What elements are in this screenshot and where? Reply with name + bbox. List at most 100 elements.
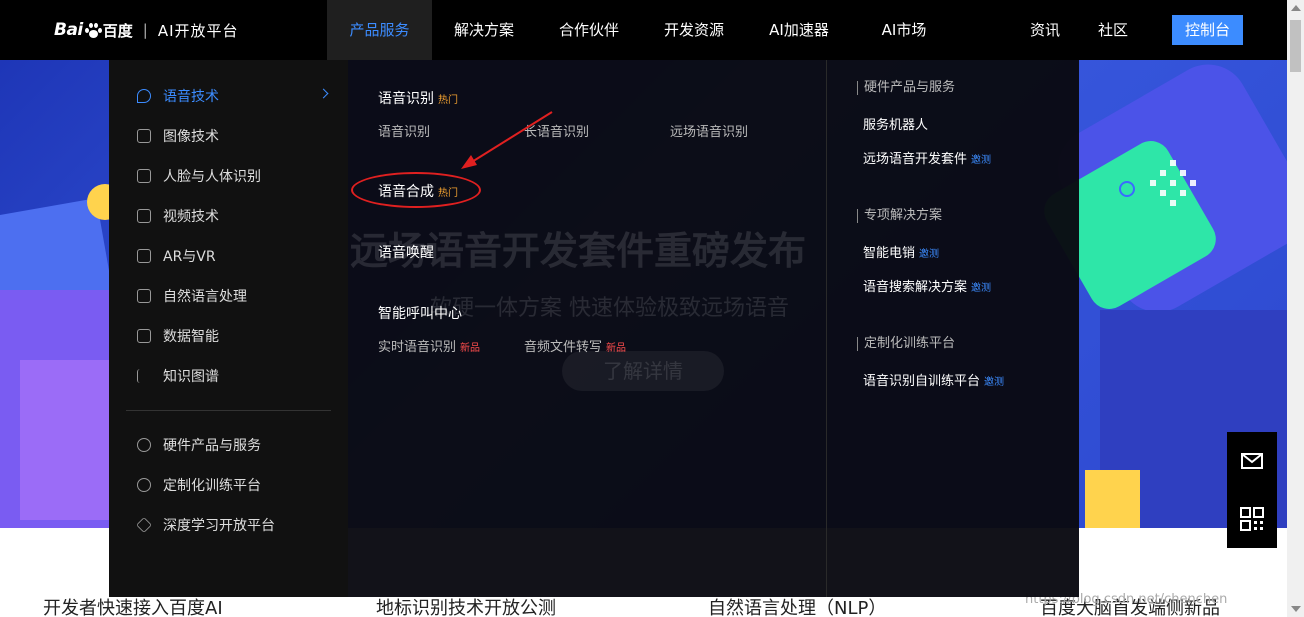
menu-cat-hardware[interactable]: 硬件产品与服务 — [137, 425, 327, 465]
product-title: 语音唤醒 — [378, 245, 434, 261]
link-far-field-kit[interactable]: 远场语音开发套件 邀测 — [863, 148, 991, 167]
nav-products[interactable]: 产品服务 — [327, 0, 432, 60]
news-item-1[interactable]: 开发者快速接入百度AI — [43, 594, 223, 617]
layers-icon — [136, 517, 152, 533]
link-voice-search[interactable]: 语音搜索解决方案 邀测 — [863, 276, 991, 295]
menu-cat-kg[interactable]: 知识图谱 — [137, 356, 327, 396]
baidu-ai-logo[interactable]: Bai 百度 | AI开放平台 — [54, 18, 239, 42]
paw-icon — [84, 22, 102, 38]
floating-action-bar — [1227, 432, 1277, 548]
menu-cat-label: 定制化训练平台 — [163, 478, 261, 494]
nav-partners[interactable]: 合作伙伴 — [550, 0, 628, 60]
link-realtime-asr[interactable]: 实时语音识别 新品 — [378, 336, 480, 355]
qrcode-icon — [1240, 507, 1264, 531]
console-button[interactable]: 控制台 — [1172, 15, 1243, 45]
nav-dev-resources[interactable]: 开发资源 — [655, 0, 733, 60]
training-icon — [137, 478, 151, 492]
link-smart-sales[interactable]: 智能电销 邀测 — [863, 242, 939, 261]
scroll-thumb[interactable] — [1290, 20, 1301, 72]
menu-cat-label: 图像技术 — [163, 129, 219, 145]
product-title: 语音识别 — [378, 91, 434, 107]
qrcode-button[interactable] — [1227, 490, 1277, 548]
link-service-robot[interactable]: 服务机器人 — [863, 114, 928, 133]
product-callcenter-section[interactable]: 智能呼叫中心 — [378, 303, 462, 323]
link-asr-training[interactable]: 语音识别自训练平台 邀测 — [863, 370, 1004, 389]
related-hardware-heading: 硬件产品与服务 — [857, 81, 955, 95]
video-icon — [137, 209, 151, 223]
products-mega-menu: 语音技术 图像技术 人脸与人体识别 视频技术 AR与VR 自然语言处理 数据智能… — [109, 60, 1079, 597]
menu-cat-image[interactable]: 图像技术 — [137, 116, 327, 156]
menu-cat-label: 人脸与人体识别 — [163, 169, 261, 185]
mail-icon — [1241, 453, 1263, 469]
logo-separator: | — [142, 21, 148, 39]
ar-eye-icon — [137, 249, 151, 263]
menu-cat-training[interactable]: 定制化训练平台 — [137, 465, 327, 505]
knowledge-graph-icon — [137, 369, 151, 383]
link-label: 智能电销 — [863, 246, 916, 261]
logo-bai-text: Bai — [54, 20, 83, 40]
face-icon — [137, 169, 151, 183]
image-scan-icon — [137, 129, 151, 143]
product-tts-section[interactable]: 语音合成 热门 — [378, 181, 458, 201]
link-label: 实时语音识别 — [378, 340, 457, 355]
new-badge: 新品 — [460, 343, 481, 354]
nav-news[interactable]: 资讯 — [1020, 0, 1070, 60]
menu-cat-video[interactable]: 视频技术 — [137, 196, 327, 236]
menu-category-column: 语音技术 图像技术 人脸与人体识别 视频技术 AR与VR 自然语言处理 数据智能… — [109, 60, 348, 597]
menu-related-column: 硬件产品与服务 服务机器人 远场语音开发套件 邀测 专项解决方案 智能电销 邀测 语… — [827, 60, 1079, 597]
link-label: 音频文件转写 — [524, 340, 603, 355]
invite-badge: 邀测 — [971, 283, 992, 294]
menu-cat-label: 知识图谱 — [163, 369, 219, 385]
hot-badge: 热门 — [438, 95, 458, 106]
product-asr-section[interactable]: 语音识别 热门 — [378, 88, 458, 108]
hot-badge: 热门 — [438, 188, 458, 199]
related-training-heading: 定制化训练平台 — [857, 337, 955, 351]
menu-cat-speech[interactable]: 语音技术 — [137, 76, 329, 116]
microphone-icon — [137, 89, 151, 103]
menu-cat-label: 硬件产品与服务 — [163, 438, 261, 454]
top-navbar: Bai 百度 | AI开放平台 产品服务 解决方案 合作伙伴 开发资源 AI加速… — [0, 0, 1287, 60]
menu-products-column: 语音识别 热门 语音识别 长语音识别 远场语音识别 语音合成 热门 语音唤醒 智能呼… — [348, 60, 826, 597]
mail-button[interactable] — [1227, 432, 1277, 490]
link-label: 语音识别自训练平台 — [863, 374, 981, 389]
nav-solutions[interactable]: 解决方案 — [445, 0, 523, 60]
related-solutions-heading: 专项解决方案 — [857, 209, 942, 223]
product-title: 智能呼叫中心 — [378, 306, 462, 322]
nav-ai-accelerator[interactable]: AI加速器 — [760, 0, 838, 60]
link-asr[interactable]: 语音识别 — [378, 121, 430, 140]
chart-icon — [137, 329, 151, 343]
nav-ai-market[interactable]: AI市场 — [865, 0, 943, 60]
menu-cat-arvr[interactable]: AR与VR — [137, 236, 327, 276]
link-audio-transcribe[interactable]: 音频文件转写 新品 — [524, 336, 626, 355]
nav-community[interactable]: 社区 — [1088, 0, 1138, 60]
menu-cat-label: 数据智能 — [163, 329, 219, 345]
menu-cat-face[interactable]: 人脸与人体识别 — [137, 156, 327, 196]
logo-baidu-text: 百度 — [102, 21, 133, 40]
link-long-asr[interactable]: 长语音识别 — [524, 121, 589, 140]
link-label: 语音搜索解决方案 — [863, 280, 968, 295]
chat-icon — [137, 289, 151, 303]
link-far-field-asr[interactable]: 远场语音识别 — [670, 121, 748, 140]
invite-badge: 邀测 — [984, 377, 1005, 388]
vertical-scrollbar[interactable] — [1287, 0, 1304, 617]
invite-badge: 邀测 — [919, 249, 940, 260]
news-item-2[interactable]: 地标识别技术开放公测 — [376, 594, 556, 617]
product-title: 语音合成 — [378, 184, 434, 200]
news-item-3[interactable]: 自然语言处理（NLP） — [708, 594, 886, 617]
product-wakeup-section[interactable]: 语音唤醒 — [378, 242, 434, 262]
menu-cat-label: 视频技术 — [163, 209, 219, 225]
scroll-up-icon[interactable] — [1291, 5, 1301, 11]
scroll-down-icon[interactable] — [1291, 606, 1301, 612]
menu-cat-data[interactable]: 数据智能 — [137, 316, 327, 356]
menu-cat-deeplearning[interactable]: 深度学习开放平台 — [136, 505, 327, 545]
hardware-icon — [137, 438, 151, 452]
page-root: Bai 百度 | AI开放平台 产品服务 解决方案 合作伙伴 开发资源 AI加速… — [0, 0, 1304, 617]
menu-cat-label: AR与VR — [163, 249, 216, 265]
menu-cat-nlp[interactable]: 自然语言处理 — [137, 276, 327, 316]
logo-platform-text: AI开放平台 — [157, 21, 239, 40]
menu-divider — [126, 410, 331, 411]
menu-cat-label: 深度学习开放平台 — [163, 518, 275, 534]
link-label: 远场语音开发套件 — [863, 152, 968, 167]
invite-badge: 邀测 — [971, 155, 992, 166]
new-badge: 新品 — [606, 343, 627, 354]
